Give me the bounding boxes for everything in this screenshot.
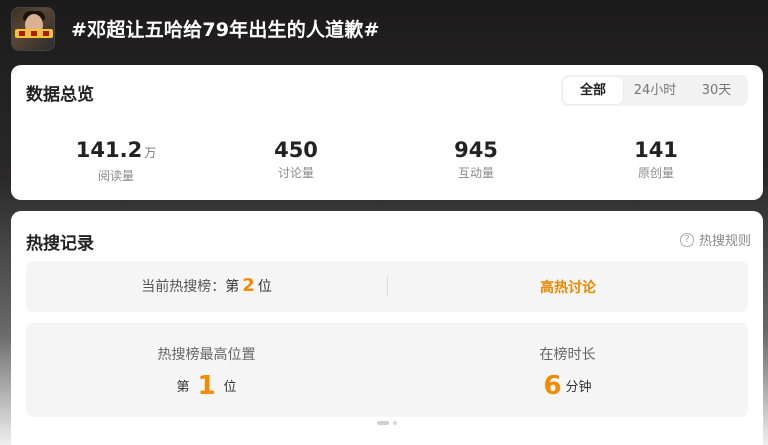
current-rank-wei: 位 xyxy=(257,279,272,295)
current-rank-panel: 当前热搜榜：第 2 位 高热讨论 xyxy=(26,261,748,312)
question-circle-icon: ? xyxy=(679,232,694,247)
stat-reads-label: 阅读量 xyxy=(97,169,134,183)
duration-unit: 分钟 xyxy=(565,380,592,395)
stat-originals-label: 原创量 xyxy=(637,166,674,180)
time-range-segmented-control: 全部 24小时 30天 xyxy=(561,75,748,106)
duration-number: 6 xyxy=(543,371,562,401)
stat-reads: 141.2 万 阅读量 xyxy=(26,137,206,184)
tab-30d[interactable]: 30天 xyxy=(687,77,746,104)
stat-originals: 141 原创量 xyxy=(566,137,746,181)
current-rank: 当前热搜榜：第 2 位 xyxy=(26,275,387,296)
stat-interactions-value: 945 xyxy=(454,138,498,162)
current-rank-prefix: 当前热搜榜： xyxy=(141,279,226,295)
tab-all[interactable]: 全部 xyxy=(563,77,623,104)
topic-header: #邓超让五哈给79年出生的人道歉# xyxy=(0,0,768,60)
highest-rank-value: 第1位 xyxy=(26,371,387,401)
topic-title: #邓超让五哈给79年出生的人道歉# xyxy=(71,19,380,41)
duration-value: 6 分钟 xyxy=(387,371,748,401)
pager-dot-active[interactable] xyxy=(377,421,389,425)
rank-details-panel: 热搜榜最高位置 第1位 在榜时长 6 分钟 xyxy=(26,323,748,417)
topic-thumbnail[interactable] xyxy=(11,7,55,51)
highest-rank-number: 1 xyxy=(197,371,216,401)
hot-search-rules-label: 热搜规则 xyxy=(698,234,751,249)
carousel-pager xyxy=(377,421,397,425)
tab-24h[interactable]: 24小时 xyxy=(625,77,685,104)
stat-reads-unit: 万 xyxy=(144,146,157,160)
hot-search-rules-link[interactable]: ? 热搜规则 xyxy=(679,230,751,249)
hot-search-title: 热搜记录 xyxy=(26,234,94,254)
highest-rank-di: 第 xyxy=(176,380,190,395)
heat-status-badge: 高热讨论 xyxy=(540,280,596,296)
highest-rank: 热搜榜最高位置 第1位 xyxy=(26,344,387,401)
stat-interactions: 945 互动量 xyxy=(386,137,566,181)
stat-reads-number: 141.2 xyxy=(75,138,143,162)
stat-interactions-label: 互动量 xyxy=(457,166,494,180)
thumbnail-caption-strip xyxy=(15,29,53,38)
on-list-duration: 在榜时长 6 分钟 xyxy=(387,344,748,401)
duration-label: 在榜时长 xyxy=(539,347,596,363)
overview-title: 数据总览 xyxy=(26,85,94,105)
stat-reads-value: 141.2 万 xyxy=(26,137,206,166)
current-rank-di: 第 xyxy=(225,279,240,295)
overview-card: 数据总览 全部 24小时 30天 141.2 万 阅读量 450 讨论量 945 … xyxy=(11,65,763,200)
stat-discussions-value: 450 xyxy=(274,138,318,162)
pager-dot[interactable] xyxy=(393,421,397,425)
current-rank-number: 2 xyxy=(242,275,255,296)
hot-search-card: 热搜记录 ? 热搜规则 当前热搜榜：第 2 位 高热讨论 热搜榜最高位置 第1位 在… xyxy=(11,211,763,445)
highest-rank-wei: 位 xyxy=(223,380,237,395)
stat-discussions: 450 讨论量 xyxy=(206,137,386,181)
stat-discussions-label: 讨论量 xyxy=(277,166,314,180)
stat-originals-value: 141 xyxy=(634,138,678,162)
highest-rank-label: 热搜榜最高位置 xyxy=(157,347,256,363)
